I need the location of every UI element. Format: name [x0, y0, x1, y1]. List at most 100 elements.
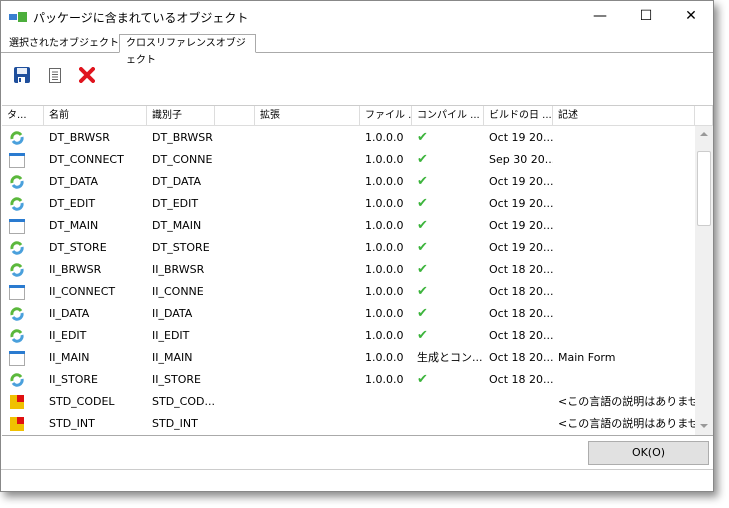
- compile-check-icon: ✔: [417, 284, 428, 299]
- cell-identifier: II_DATA: [152, 307, 193, 320]
- table-row[interactable]: DT_BRWSR DT_BRWSR 1.0.0.0 ✔ Oct 19 20...: [2, 127, 695, 149]
- column-header-name[interactable]: 名前: [44, 106, 147, 126]
- cell-build-date: Oct 18 20...: [489, 307, 553, 320]
- maximize-button[interactable]: ☐: [623, 1, 669, 31]
- dialog-window: パッケージに含まれているオブジェクト — ☐ ✕ 選択されたオブジェクト クロス…: [0, 0, 714, 492]
- package-icon: [9, 12, 27, 22]
- table-row[interactable]: STD_INT STD_INT <この言語の説明はありませ...: [2, 413, 695, 435]
- cell-build-date: Oct 18 20...: [489, 373, 553, 386]
- cell-identifier: II_MAIN: [152, 351, 193, 364]
- compile-check-icon: ✔: [417, 306, 428, 321]
- cell-name: DT_DATA: [49, 175, 99, 188]
- column-header-filler: [695, 106, 713, 126]
- column-header-build-date[interactable]: ビルドの日 ...: [484, 106, 553, 126]
- cell-file-version: 1.0.0.0: [365, 351, 404, 364]
- table-row[interactable]: DT_CONNECT DT_CONNE 1.0.0.0 ✔ Sep 30 20...: [2, 149, 695, 171]
- column-header-type[interactable]: タ...: [2, 106, 44, 126]
- table-row[interactable]: STD_CODEL STD_COD... <この言語の説明はありませ...: [2, 391, 695, 413]
- save-button[interactable]: [12, 65, 32, 85]
- cell-name: DT_CONNECT: [49, 153, 124, 166]
- cell-file-version: 1.0.0.0: [365, 241, 404, 254]
- scroll-down-icon[interactable]: [700, 424, 708, 428]
- report-button[interactable]: [45, 65, 65, 85]
- cell-name: DT_BRWSR: [49, 131, 110, 144]
- compile-check-icon: ✔: [417, 218, 428, 233]
- refresh-object-icon: [4, 369, 25, 391]
- cell-file-version: 1.0.0.0: [365, 131, 404, 144]
- column-header-extension[interactable]: 拡張: [255, 106, 360, 126]
- compile-check-icon: ✔: [417, 174, 428, 189]
- refresh-object-icon: [4, 259, 25, 281]
- scroll-up-icon[interactable]: [700, 132, 708, 136]
- refresh-object-icon: [4, 325, 25, 347]
- column-header-blank[interactable]: [215, 106, 255, 126]
- refresh-object-icon: [4, 303, 25, 325]
- table-row[interactable]: II_BRWSR II_BRWSR 1.0.0.0 ✔ Oct 18 20...: [2, 259, 695, 281]
- cell-name: II_EDIT: [49, 329, 87, 342]
- cell-build-date: Oct 19 20...: [489, 175, 553, 188]
- cell-file-version: 1.0.0.0: [365, 197, 404, 210]
- cell-identifier: II_EDIT: [152, 329, 190, 342]
- table-row[interactable]: II_EDIT II_EDIT 1.0.0.0 ✔ Oct 18 20...: [2, 325, 695, 347]
- compile-check-icon: ✔: [417, 372, 428, 387]
- cell-build-date: Oct 18 20...: [489, 351, 553, 364]
- cell-compile-status: [412, 413, 484, 435]
- cell-name: II_BRWSR: [49, 263, 102, 276]
- table-row[interactable]: DT_EDIT DT_EDIT 1.0.0.0 ✔ Oct 19 20...: [2, 193, 695, 215]
- table-row[interactable]: II_CONNECT II_CONNE 1.0.0.0 ✔ Oct 18 20...: [2, 281, 695, 303]
- cell-name: DT_EDIT: [49, 197, 96, 210]
- compile-check-icon: ✔: [417, 240, 428, 255]
- delete-button[interactable]: [77, 65, 97, 85]
- cell-description: [553, 149, 695, 171]
- language-blocks-icon: [4, 413, 25, 435]
- table-row[interactable]: DT_STORE DT_STORE 1.0.0.0 ✔ Oct 19 20...: [2, 237, 695, 259]
- cell-file-version: 1.0.0.0: [365, 175, 404, 188]
- cell-identifier: DT_MAIN: [152, 219, 202, 232]
- column-header-identifier[interactable]: 識別子: [147, 106, 215, 126]
- cell-file-version: 1.0.0.0: [365, 219, 404, 232]
- table-row[interactable]: DT_DATA DT_DATA 1.0.0.0 ✔ Oct 19 20...: [2, 171, 695, 193]
- cell-identifier: II_STORE: [152, 373, 201, 386]
- refresh-object-icon: [4, 127, 25, 149]
- cell-description: [553, 171, 695, 193]
- document-icon: [49, 67, 61, 83]
- cell-build-date: Oct 19 20...: [489, 197, 553, 210]
- cell-description: [553, 369, 695, 391]
- cell-name: II_STORE: [49, 373, 98, 386]
- cell-file-version: [360, 391, 412, 413]
- column-header-compile-status[interactable]: コンパイル ...: [412, 106, 484, 126]
- cell-file-version: 1.0.0.0: [365, 285, 404, 298]
- refresh-object-icon: [4, 237, 25, 259]
- tab-cross-reference-objects[interactable]: クロスリファレンスオブジェクト: [119, 34, 256, 66]
- cell-compile-status: [412, 391, 484, 413]
- table-row[interactable]: II_DATA II_DATA 1.0.0.0 ✔ Oct 18 20...: [2, 303, 695, 325]
- cell-compile-status: 生成とコン...: [417, 351, 483, 364]
- ok-button[interactable]: OK(O): [588, 441, 709, 465]
- column-header-description[interactable]: 記述: [553, 106, 695, 126]
- cell-description: [553, 237, 695, 259]
- title-bar: パッケージに含まれているオブジェクト: [9, 7, 248, 27]
- cell-identifier: DT_BRWSR: [152, 131, 213, 144]
- objects-table: タ...名前識別子拡張ファイル ...コンパイル ...ビルドの日 ...記述 …: [2, 105, 713, 436]
- compile-check-icon: ✔: [417, 328, 428, 343]
- cell-description: [553, 215, 695, 237]
- cell-file-version: [360, 413, 412, 435]
- tab-selected-objects[interactable]: 選択されたオブジェクト: [3, 35, 125, 53]
- form-window-icon: [4, 347, 25, 369]
- refresh-object-icon: [4, 193, 25, 215]
- table-row[interactable]: II_MAIN II_MAIN 1.0.0.0 生成とコン... Oct 18 20..…: [2, 347, 695, 369]
- minimize-button[interactable]: —: [577, 1, 623, 31]
- cell-build-date: Oct 18 20...: [489, 285, 553, 298]
- column-header-file-version[interactable]: ファイル ...: [360, 106, 412, 126]
- cell-file-version: 1.0.0.0: [365, 307, 404, 320]
- scrollbar-thumb[interactable]: [697, 151, 711, 226]
- status-divider: [1, 469, 713, 470]
- cell-description: <この言語の説明はありませ...: [558, 417, 695, 430]
- cell-name: STD_CODEL: [49, 395, 115, 408]
- table-row[interactable]: II_STORE II_STORE 1.0.0.0 ✔ Oct 18 20...: [2, 369, 695, 391]
- close-button[interactable]: ✕: [668, 1, 714, 31]
- cell-build-date: Oct 18 20...: [489, 329, 553, 342]
- cell-identifier: DT_DATA: [152, 175, 202, 188]
- table-row[interactable]: DT_MAIN DT_MAIN 1.0.0.0 ✔ Oct 19 20...: [2, 215, 695, 237]
- vertical-scrollbar[interactable]: [695, 126, 713, 435]
